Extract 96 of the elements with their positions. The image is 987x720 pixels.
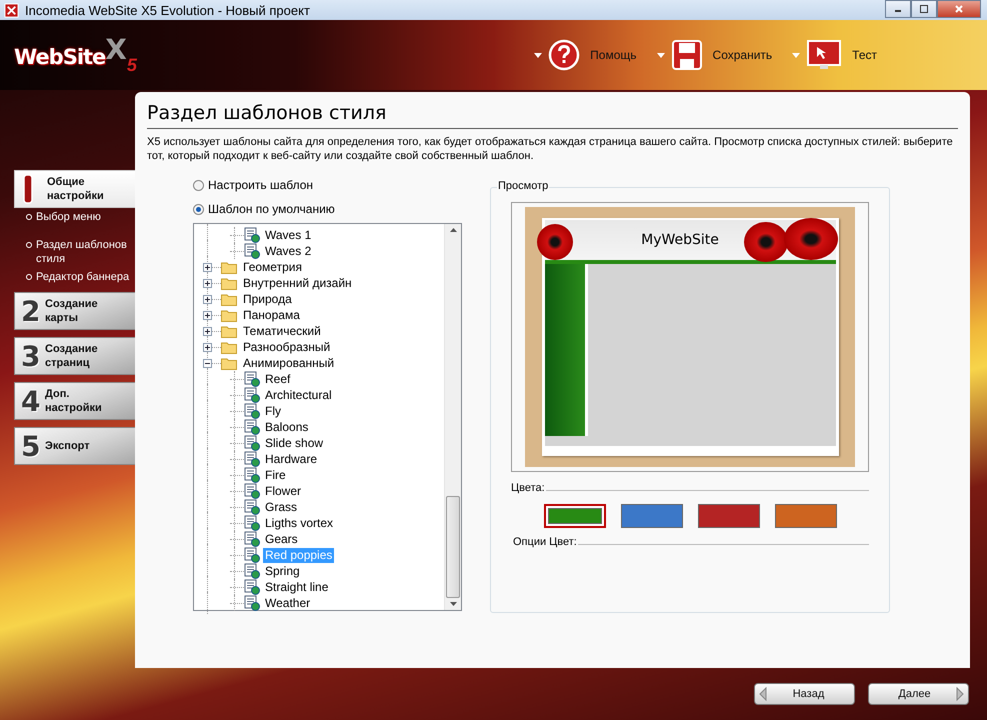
tree-item[interactable]: Анимированный xyxy=(241,356,336,370)
tree-item[interactable]: Gears xyxy=(263,532,300,546)
template-page-icon xyxy=(244,483,260,499)
folder-icon xyxy=(221,324,237,338)
poppy-drawing xyxy=(784,218,838,260)
template-page-icon xyxy=(244,515,260,531)
toolbar-button[interactable]: Помощь xyxy=(534,39,637,71)
scroll-up-icon[interactable] xyxy=(450,228,456,232)
substep-link[interactable]: Выбор меню xyxy=(26,210,136,224)
color-swatch[interactable] xyxy=(620,504,682,528)
group-legend: Просмотр xyxy=(497,180,550,192)
poppy-drawing xyxy=(744,222,788,262)
folder-icon xyxy=(221,308,237,322)
tree-item[interactable]: Геометрия xyxy=(241,260,304,274)
close-button[interactable] xyxy=(937,0,981,18)
template-page-icon xyxy=(244,403,260,419)
tree-item[interactable]: Baloons xyxy=(263,420,310,434)
page-title: Раздел шаблонов стиля xyxy=(147,102,958,129)
tree-item[interactable]: Straight line xyxy=(263,580,330,594)
tree-item[interactable]: Ligths vortex xyxy=(263,516,336,530)
expander-icon[interactable] xyxy=(203,278,212,288)
radio-option[interactable]: Шаблон по умолчанию xyxy=(193,201,462,217)
nav-button[interactable]: Назад xyxy=(754,683,855,705)
tree-item[interactable]: Reef xyxy=(263,372,292,386)
tree-item[interactable]: Slide show xyxy=(263,436,326,450)
nav-button[interactable]: Далее xyxy=(868,683,969,705)
close-icon xyxy=(954,4,964,14)
caret-icon xyxy=(792,52,800,58)
tree-item[interactable]: Hardware xyxy=(263,452,320,466)
template-page-icon xyxy=(244,227,260,243)
tree-item[interactable]: Architectural xyxy=(263,388,334,402)
expander-icon[interactable] xyxy=(203,310,212,320)
tree-item[interactable]: Fire xyxy=(263,468,288,482)
tree-item[interactable]: Spring xyxy=(263,564,302,578)
tree-item[interactable]: Waves 1 xyxy=(263,228,314,242)
template-page-icon xyxy=(244,547,260,563)
folder-icon xyxy=(221,340,237,354)
toolbar-button[interactable]: Тест xyxy=(792,39,877,71)
maximize-icon xyxy=(919,4,929,14)
color-swatch[interactable] xyxy=(544,504,606,528)
tree-item[interactable]: Внутренний дизайн xyxy=(241,276,354,290)
template-page-icon xyxy=(244,419,260,435)
toolbar-button[interactable]: Сохранить xyxy=(656,39,772,71)
scroll-thumb[interactable] xyxy=(446,496,460,598)
monitor-cursor-icon xyxy=(806,39,842,71)
folder-icon xyxy=(221,260,237,274)
tree-item[interactable]: Grass xyxy=(263,500,300,514)
site-title: MyWebSite xyxy=(641,232,719,248)
tree-item[interactable]: Тематический xyxy=(241,324,323,338)
left-arrow-icon xyxy=(759,687,767,701)
right-arrow-icon xyxy=(956,687,964,701)
expander-icon[interactable] xyxy=(203,262,212,272)
caret-icon xyxy=(534,52,542,58)
tree-item[interactable]: Fly xyxy=(263,404,283,418)
color-swatch[interactable] xyxy=(698,504,760,528)
folder-icon xyxy=(221,292,237,306)
template-page-icon xyxy=(244,467,260,483)
template-page-icon xyxy=(244,387,260,403)
caret-icon xyxy=(656,52,665,58)
template-page-icon xyxy=(244,243,260,259)
template-page-icon xyxy=(244,499,260,515)
step-tab[interactable]: Общие настройки xyxy=(14,170,135,208)
radio-option[interactable]: Настроить шаблон xyxy=(193,177,462,193)
expander-icon[interactable] xyxy=(203,294,212,304)
description-text: X5 использует шаблоны сайта для определения того, как будет отображаться каждая страница вашего сайта. Просмотр списка доступных стилей: выберите тот, который подходит к веб-сайту или создайте свой собственный шаблон. xyxy=(147,135,954,163)
template-page-icon xyxy=(244,371,260,387)
folder-icon xyxy=(221,356,237,370)
minimize-button[interactable] xyxy=(885,0,911,18)
window-title: Incomedia WebSite X5 Evolution - Новый проект xyxy=(25,2,310,18)
expander-icon[interactable] xyxy=(203,326,212,336)
folder-icon xyxy=(221,276,237,290)
template-page-icon xyxy=(244,451,260,467)
colors-label: Цвета: xyxy=(511,482,545,494)
template-page-icon xyxy=(244,563,260,579)
step-marker-icon xyxy=(23,174,33,204)
color-options-label: Опции Цвет: xyxy=(513,536,577,548)
template-page-icon xyxy=(244,531,260,547)
app-icon xyxy=(4,2,19,18)
tree-item[interactable]: Панорама xyxy=(241,308,302,322)
substep-link[interactable]: Редактор баннера xyxy=(26,270,136,284)
template-page-icon xyxy=(244,579,260,595)
tree-item[interactable]: Weather xyxy=(263,596,312,610)
substep-link[interactable]: Раздел шаблонов стиля xyxy=(26,238,136,266)
expander-icon[interactable] xyxy=(203,342,212,352)
tree-item[interactable]: Waves 2 xyxy=(263,244,314,258)
maximize-button[interactable] xyxy=(911,0,937,18)
scrollbar[interactable] xyxy=(444,224,461,610)
tree-item[interactable]: Природа xyxy=(241,292,294,306)
color-swatch[interactable] xyxy=(774,504,836,528)
poppy-drawing xyxy=(536,224,572,260)
tree-item[interactable]: Разнообразный xyxy=(241,340,332,354)
scroll-down-icon[interactable] xyxy=(450,602,456,606)
help-icon xyxy=(548,39,580,71)
template-page-icon xyxy=(244,435,260,451)
expander-icon[interactable] xyxy=(203,358,212,368)
tree-item[interactable]: Flower xyxy=(263,484,304,498)
